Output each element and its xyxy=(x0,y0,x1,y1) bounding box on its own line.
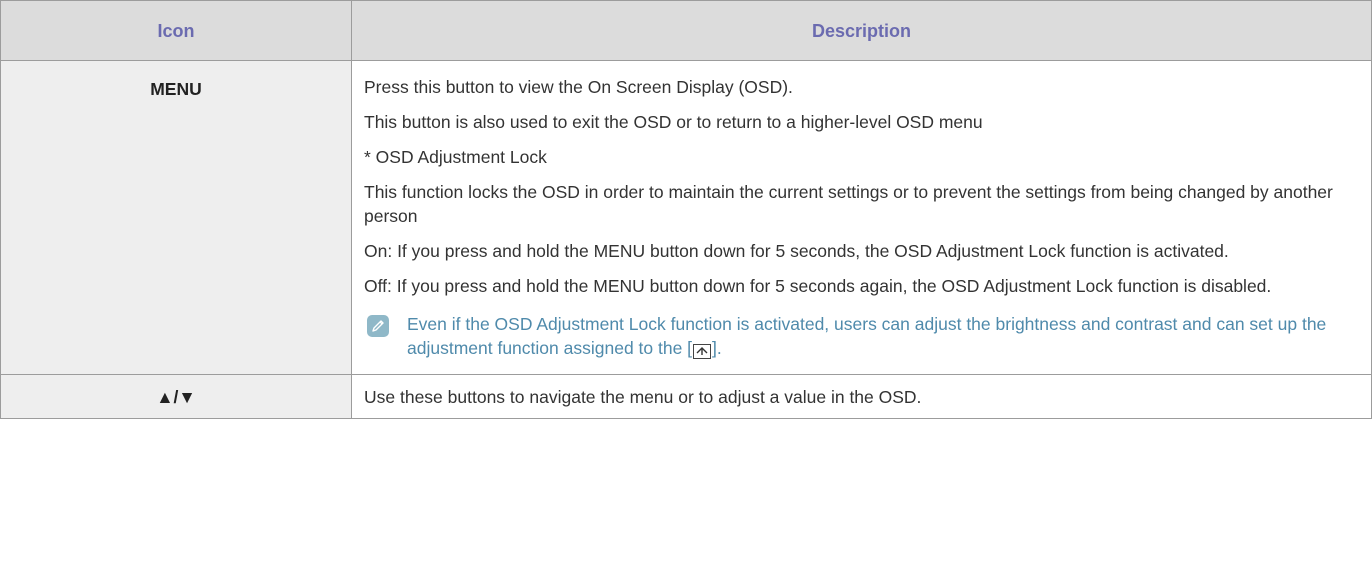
description-paragraph: This button is also used to exit the OSD… xyxy=(364,112,983,132)
description-paragraph: On: If you press and hold the MENU butto… xyxy=(364,241,1229,261)
header-description: Description xyxy=(351,0,1372,61)
description-paragraph: This function locks the OSD in order to … xyxy=(364,182,1333,226)
description-paragraph: Press this button to view the On Screen … xyxy=(364,77,793,97)
table-header-row: Icon Description xyxy=(0,0,1372,61)
description-paragraph: * OSD Adjustment Lock xyxy=(364,147,547,167)
note-text: Even if the OSD Adjustment Lock function… xyxy=(407,312,1361,360)
description-paragraph: Off: If you press and hold the MENU butt… xyxy=(364,276,1272,296)
table-row: MENU Press this button to view the On Sc… xyxy=(0,60,1372,375)
icon-cell-arrows: ▲/▼ xyxy=(0,374,352,419)
description-paragraph: Use these buttons to navigate the menu o… xyxy=(364,386,922,407)
note-block: Even if the OSD Adjustment Lock function… xyxy=(364,312,1361,360)
button-description-table: Icon Description MENU Press this button … xyxy=(0,0,1372,419)
note-text-after: ]. xyxy=(712,338,722,358)
description-cell-menu: Press this button to view the On Screen … xyxy=(351,60,1372,375)
description-cell-arrows: Use these buttons to navigate the menu o… xyxy=(351,374,1372,419)
icon-cell-menu: MENU xyxy=(0,60,352,375)
note-text-before: Even if the OSD Adjustment Lock function… xyxy=(407,314,1327,358)
table-row: ▲/▼ Use these buttons to navigate the me… xyxy=(0,374,1372,419)
pencil-note-icon xyxy=(367,315,389,337)
custom-button-icon xyxy=(693,343,712,359)
header-icon: Icon xyxy=(0,0,352,61)
